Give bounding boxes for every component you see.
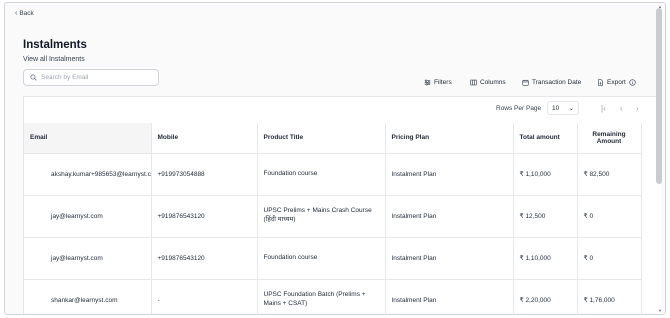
cell-product-title: UPSC Prelims + Mains Crash Course (हिंदी… (257, 195, 386, 238)
cell-product-title: Foundation course (257, 237, 386, 280)
cell-mobile: +919973054888 (151, 153, 258, 196)
page-title: Instalments (23, 39, 87, 51)
table-row[interactable]: akshay.kumar+985653@learnyst.c +91997305… (24, 153, 642, 196)
info-icon[interactable] (629, 78, 636, 86)
column-header-pricing-plan[interactable]: Pricing Plan (385, 123, 514, 154)
cell-total-amount: ₹ 2,20,000 (513, 279, 578, 314)
back-label: Back (19, 10, 34, 17)
transaction-date-label: Transaction Date (532, 78, 582, 86)
cell-mobile: +919876543120 (151, 237, 258, 280)
cell-total-amount: ₹ 1,10,000 (513, 237, 578, 280)
next-page-icon[interactable]: › (636, 105, 639, 113)
previous-page-icon[interactable]: ‹ (620, 105, 623, 113)
cell-pricing-plan: Instalment Plan (385, 279, 514, 314)
instalments-table-panel: Rows Per Page 10 ⌄ |‹ ‹ › Email Mobile P… (23, 96, 661, 314)
column-header-total-amount[interactable]: Total amount (513, 123, 578, 154)
vertical-scrollbar-thumb[interactable] (656, 8, 662, 184)
export-file-icon (598, 78, 603, 86)
cell-email: akshay.kumar+985653@learnyst.c (24, 153, 152, 196)
search-box[interactable] (23, 69, 159, 86)
chevron-down-icon: ⌄ (568, 105, 574, 112)
columns-label: Columns (480, 78, 506, 86)
rows-per-page-label: Rows Per Page (496, 105, 542, 112)
rows-per-page-value: 10 (552, 104, 560, 112)
chevron-left-icon: ‹ (15, 10, 18, 17)
transaction-date-button[interactable]: Transaction Date (522, 77, 581, 87)
column-header-mobile[interactable]: Mobile (151, 123, 258, 154)
cell-mobile: - (151, 279, 258, 314)
cell-remaining-amount: ₹ 0 (577, 237, 642, 280)
export-button[interactable]: Export (597, 77, 636, 87)
cell-pricing-plan: Instalment Plan (385, 195, 514, 238)
calendar-icon (522, 79, 529, 86)
columns-button[interactable]: Columns (470, 77, 506, 87)
filter-sliders-icon (424, 79, 431, 85)
first-page-icon[interactable]: |‹ (601, 105, 606, 113)
export-label: Export (607, 78, 626, 86)
rows-per-page-select[interactable]: 10 ⌄ (547, 101, 579, 115)
column-header-email[interactable]: Email (24, 123, 152, 154)
columns-icon (470, 79, 477, 85)
instalments-table: Email Mobile Product Title Pricing Plan … (24, 123, 642, 314)
column-header-product-title[interactable]: Product Title (257, 123, 386, 154)
page-subtitle: View all Instalments (23, 56, 85, 63)
cell-remaining-amount: ₹ 0 (577, 195, 642, 238)
scroll-down-arrow-icon[interactable]: ▼ (658, 308, 662, 313)
cell-product-title: Foundation course (257, 153, 386, 196)
table-header-row: Email Mobile Product Title Pricing Plan … (24, 123, 642, 154)
filters-button[interactable]: Filters (424, 77, 452, 87)
table-row[interactable]: shankar@learnyst.com - UPSC Foundation B… (24, 279, 642, 314)
cell-mobile: +919876543120 (151, 195, 258, 238)
cell-pricing-plan: Instalment Plan (385, 237, 514, 280)
search-input[interactable] (41, 74, 151, 81)
app-window: ‹ Back Instalments View all Instalments … (4, 2, 666, 315)
cell-email: shankar@learnyst.com (24, 279, 152, 314)
table-row[interactable]: jay@learnyst.com +919876543120 Foundatio… (24, 237, 642, 280)
cell-email: jay@learnyst.com (24, 195, 152, 238)
cell-total-amount: ₹ 12,500 (513, 195, 578, 238)
cell-remaining-amount: ₹ 1,76,000 (577, 279, 642, 314)
cell-total-amount: ₹ 1,10,000 (513, 153, 578, 196)
cell-pricing-plan: Instalment Plan (385, 153, 514, 196)
column-header-remaining-amount[interactable]: Remaining Amount (577, 123, 642, 154)
back-link[interactable]: ‹ Back (15, 10, 34, 17)
search-icon (30, 74, 37, 81)
cell-product-title: UPSC Foundation Batch (Prelims + Mains +… (257, 279, 386, 314)
cell-remaining-amount: ₹ 82,500 (577, 153, 642, 196)
filters-label: Filters (434, 78, 452, 86)
table-row[interactable]: jay@learnyst.com +919876543120 UPSC Prel… (24, 195, 642, 238)
cell-email: jay@learnyst.com (24, 237, 152, 280)
